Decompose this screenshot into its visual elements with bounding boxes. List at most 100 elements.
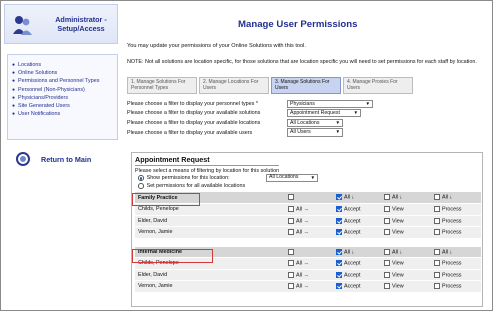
row-all-cell[interactable]: All →: [285, 215, 333, 227]
tab-locations-users[interactable]: 2. Manage Locations For Users: [199, 77, 269, 94]
appointment-request-panel: Appointment Request Please select a mean…: [131, 152, 483, 307]
group-all-arrow-cell[interactable]: [285, 192, 333, 204]
accept-cell[interactable]: Accept: [333, 226, 381, 239]
radio-all-locations-label: Set permissions for all available locati…: [146, 183, 246, 189]
user-name: Elder, David: [135, 215, 285, 227]
process-cell[interactable]: Process: [431, 215, 481, 227]
sidebar-item-permissions[interactable]: ● Permissions and Personnel Types: [12, 78, 113, 85]
accept-cell[interactable]: Accept: [333, 280, 381, 293]
sidebar-item-physicians[interactable]: ● Physicians/Providers: [12, 95, 113, 102]
accept-cell[interactable]: Accept: [333, 269, 381, 281]
tab-solutions-users[interactable]: 3. Manage Solutions For Users: [271, 77, 341, 94]
sidebar-item-personnel[interactable]: ● Personnel (Non-Physicians): [12, 87, 113, 94]
view-cell[interactable]: View: [381, 215, 431, 227]
view-cell[interactable]: View: [381, 269, 431, 281]
view-checkbox[interactable]: [384, 229, 390, 236]
group-all-accept-checkbox[interactable]: [336, 194, 342, 201]
view-cell[interactable]: View: [381, 257, 431, 270]
process-cell[interactable]: Process: [431, 257, 481, 270]
accept-checkbox[interactable]: [336, 271, 342, 278]
row-all-checkbox[interactable]: [288, 260, 294, 267]
tab-proxies-users[interactable]: 4. Manage Proxies For Users: [343, 77, 413, 94]
user-select[interactable]: All Users ▼: [287, 128, 343, 137]
location-select[interactable]: All Locations ▼: [287, 118, 343, 128]
process-cell[interactable]: Process: [431, 203, 481, 216]
group-all-view-checkbox[interactable]: [384, 194, 390, 201]
group-all-process-cell[interactable]: All ↓: [431, 192, 481, 204]
row-all-cell[interactable]: All →: [285, 257, 333, 270]
tab-solutions-personnel-types[interactable]: 1. Manage Solutions For Personnel Types: [127, 77, 197, 94]
accept-cell[interactable]: Accept: [333, 257, 381, 270]
row-all-cell[interactable]: All →: [285, 226, 333, 239]
process-cell[interactable]: Process: [431, 280, 481, 293]
sidebar-item-notifications[interactable]: ● User Notifications: [12, 111, 113, 118]
view-checkbox[interactable]: [384, 206, 390, 213]
group-all-view-cell[interactable]: All ↓: [381, 192, 431, 204]
accept-checkbox[interactable]: [336, 283, 342, 290]
accept-checkbox[interactable]: [336, 217, 342, 224]
row-all-cell[interactable]: All →: [285, 280, 333, 293]
view-cell[interactable]: View: [381, 280, 431, 293]
view-checkbox[interactable]: [384, 283, 390, 290]
row-all-checkbox[interactable]: [288, 271, 294, 278]
group-all-checkbox[interactable]: [288, 194, 294, 201]
accept-checkbox[interactable]: [336, 206, 342, 213]
row-all-cell[interactable]: All →: [285, 269, 333, 281]
accept-cell[interactable]: Accept: [333, 215, 381, 227]
row-all-checkbox[interactable]: [288, 229, 294, 236]
panel-divider: [135, 165, 279, 166]
process-cell[interactable]: Process: [431, 226, 481, 239]
row-all-cell[interactable]: All →: [285, 203, 333, 216]
process-checkbox[interactable]: [434, 271, 440, 278]
view-cell[interactable]: View: [381, 226, 431, 239]
process-cell[interactable]: Process: [431, 269, 481, 281]
row-all-checkbox[interactable]: [288, 206, 294, 213]
group-all-accept-cell[interactable]: All ↓: [333, 246, 381, 258]
return-to-main-link[interactable]: Return to Main: [16, 152, 91, 166]
personnel-type-select[interactable]: Physicians ▼: [287, 99, 373, 108]
note-text: NOTE: Not all solutions are location spe…: [127, 59, 477, 65]
group-all-process-checkbox[interactable]: [434, 194, 440, 201]
process-checkbox[interactable]: [434, 217, 440, 224]
radio-all-locations[interactable]: [138, 183, 144, 189]
sidebar-item-online-solutions[interactable]: ● Online Solutions: [12, 70, 113, 77]
view-checkbox[interactable]: [384, 217, 390, 224]
sidebar-item-site-users[interactable]: ● Site Generated Users: [12, 103, 113, 110]
sidebar-item-label: User Notifications: [18, 111, 61, 118]
group-all-process-cell[interactable]: All ↓: [431, 246, 481, 258]
group-all-checkbox[interactable]: [288, 248, 294, 255]
radio-row-all-locations: Set permissions for all available locati…: [138, 183, 245, 189]
solution-select[interactable]: Appointment Request ▼: [287, 109, 361, 118]
filter-section: Please choose a filter to display your p…: [127, 99, 373, 137]
group-all-accept-checkbox[interactable]: [336, 248, 342, 255]
group-all-arrow-cell[interactable]: [285, 246, 333, 258]
row-all-checkbox[interactable]: [288, 283, 294, 290]
group-all-view-cell[interactable]: All ↓: [381, 246, 431, 258]
filter-label: Please choose a filter to display your a…: [127, 119, 261, 126]
sidebar-item-label: Locations: [18, 62, 42, 68]
panel-location-select[interactable]: All Locations ▼: [266, 174, 318, 182]
row-all-checkbox[interactable]: [288, 217, 294, 224]
spacer-row: [135, 238, 481, 247]
group-all-process-checkbox[interactable]: [434, 248, 440, 255]
process-checkbox[interactable]: [434, 283, 440, 290]
sidebar-item-locations[interactable]: ● Locations: [12, 62, 113, 69]
accept-checkbox[interactable]: [336, 229, 342, 236]
group-all-accept-cell[interactable]: All ↓: [333, 192, 381, 204]
process-checkbox[interactable]: [434, 229, 440, 236]
group-all-view-checkbox[interactable]: [384, 248, 390, 255]
view-checkbox[interactable]: [384, 260, 390, 267]
chevron-down-icon: ▼: [365, 100, 370, 106]
panel-title: Appointment Request: [135, 155, 210, 164]
process-checkbox[interactable]: [434, 260, 440, 267]
radio-this-location[interactable]: [138, 175, 144, 181]
filter-row-locations: Please choose a filter to display your a…: [127, 118, 373, 128]
accept-cell[interactable]: Accept: [333, 203, 381, 216]
process-checkbox[interactable]: [434, 206, 440, 213]
accept-checkbox[interactable]: [336, 260, 342, 267]
view-cell[interactable]: View: [381, 203, 431, 216]
view-checkbox[interactable]: [384, 271, 390, 278]
chevron-down-icon: ▼: [353, 110, 358, 116]
filter-label: Please choose a filter to display your p…: [127, 100, 258, 107]
user-name: Vernon, Jamie: [135, 280, 285, 293]
